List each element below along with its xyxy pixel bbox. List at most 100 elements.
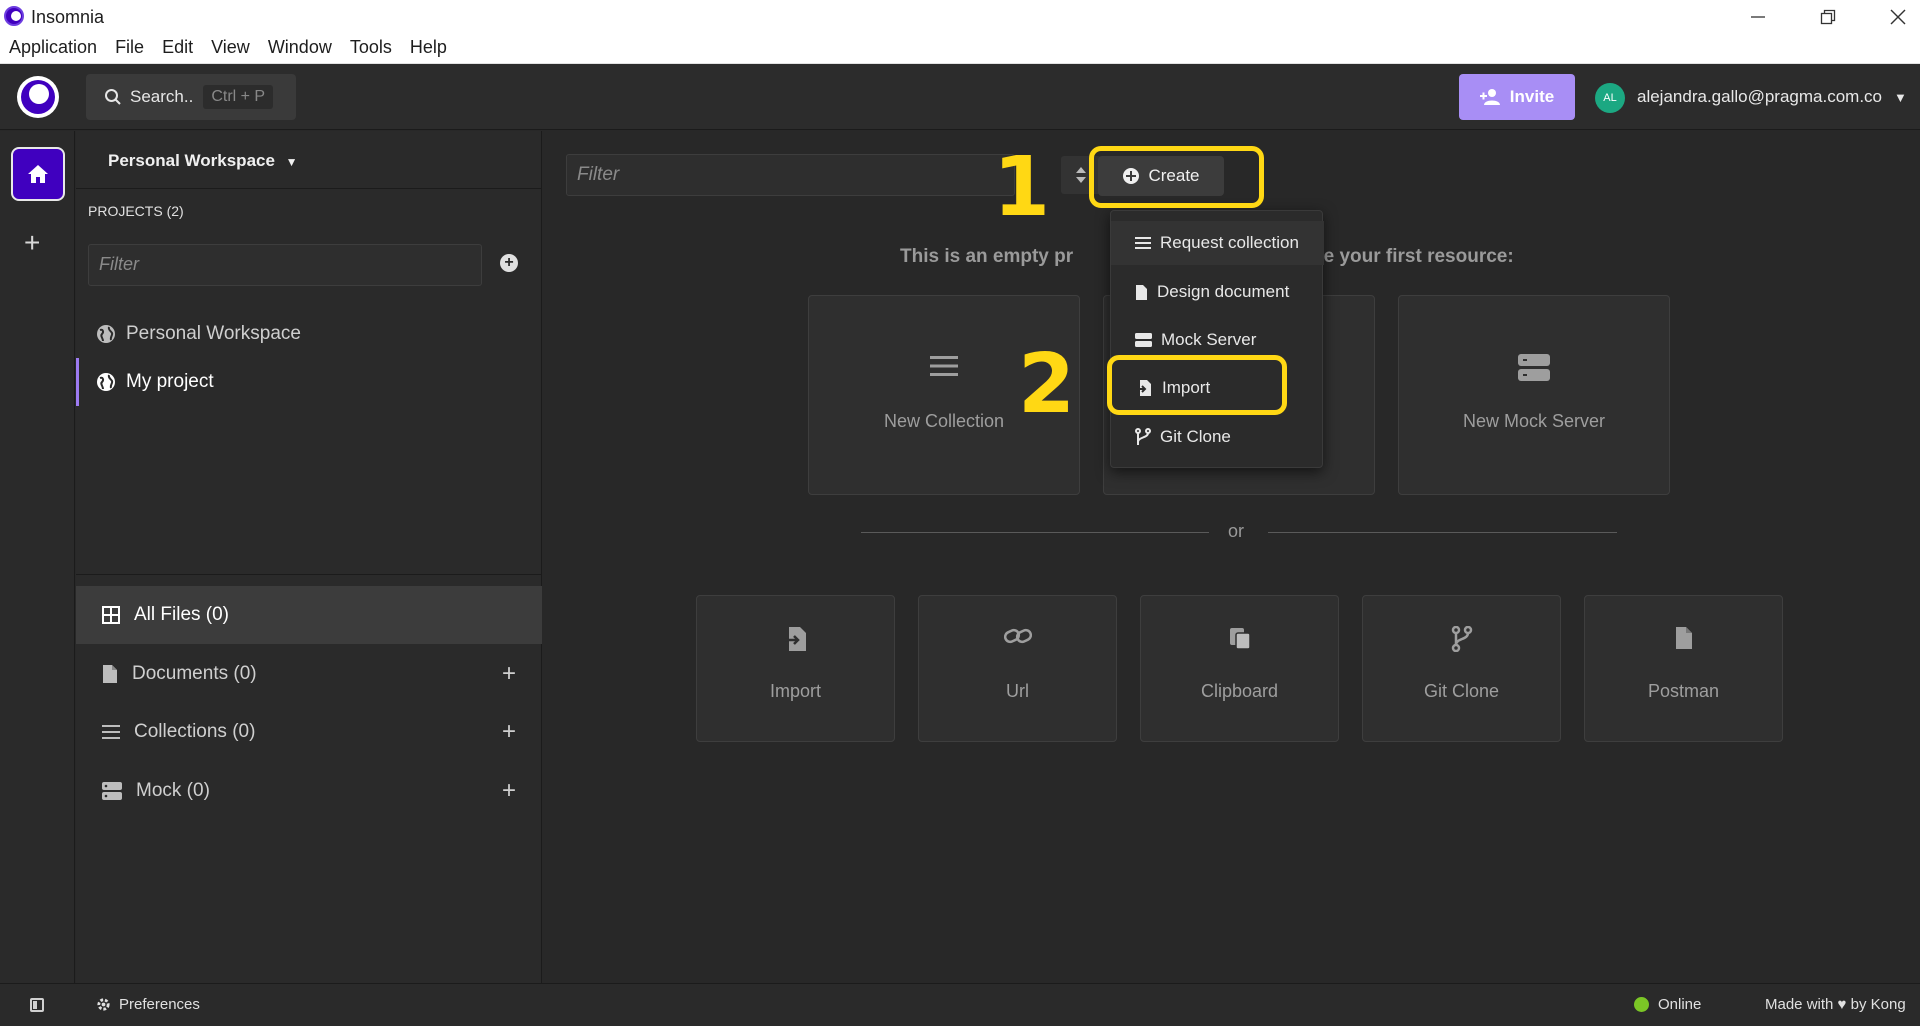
project-sidebar: Personal Workspace ▼ PROJECTS (2) Filter… xyxy=(76,131,542,983)
close-icon[interactable] xyxy=(1870,0,1920,33)
search-label: Search.. xyxy=(130,87,194,106)
project-item-personal-workspace[interactable]: Personal Workspace xyxy=(96,323,301,345)
menu-item-label: Mock Server xyxy=(1161,330,1257,349)
title-bar: Insomnia xyxy=(0,0,1920,33)
menu-item-git-clone[interactable]: Git Clone xyxy=(1111,415,1324,459)
callout-box-create xyxy=(1089,146,1264,208)
add-user-icon xyxy=(1479,89,1500,105)
online-label: Online xyxy=(1658,996,1702,1013)
search-shortcut: Ctrl + P xyxy=(203,85,274,109)
divider xyxy=(1268,532,1617,533)
caret-down-icon: ▼ xyxy=(285,155,298,169)
file-group-label: Collections (0) xyxy=(134,721,256,742)
workspace-dropdown[interactable]: Personal Workspace ▼ xyxy=(108,151,298,171)
git-clone-card[interactable]: Git Clone xyxy=(1362,595,1561,742)
server-icon xyxy=(102,782,122,800)
sidebar-item-collections[interactable]: Collections (0) + xyxy=(76,703,542,761)
clipboard-icon xyxy=(1141,626,1338,650)
restore-icon[interactable] xyxy=(1800,0,1856,33)
search-button[interactable]: Search.. Ctrl + P xyxy=(86,74,296,120)
postman-card[interactable]: Postman xyxy=(1584,595,1783,742)
url-card[interactable]: Url xyxy=(918,595,1117,742)
sidebar-item-mock[interactable]: Mock (0) + xyxy=(76,762,542,820)
project-label: My project xyxy=(126,371,214,392)
card-label: Import xyxy=(769,681,821,701)
avatar[interactable]: AL xyxy=(1595,83,1625,113)
file-group-label: All Files (0) xyxy=(134,604,230,625)
new-mock-server-card[interactable]: New Mock Server xyxy=(1398,295,1670,495)
menu-file[interactable]: File xyxy=(106,33,153,63)
main-filter-input[interactable]: Filter xyxy=(566,154,1015,196)
add-collection-button[interactable]: + xyxy=(502,718,516,746)
menu-item-design-document[interactable]: Design document xyxy=(1111,270,1324,314)
user-email[interactable]: alejandra.gallo@pragma.com.co xyxy=(1637,87,1882,107)
menu-item-label: Design document xyxy=(1157,282,1290,301)
card-label: Postman xyxy=(1647,681,1720,701)
card-label: Clipboard xyxy=(1200,681,1279,701)
sidebar-item-documents[interactable]: Documents (0) + xyxy=(76,645,542,703)
status-bar: Preferences Online Made with ♥ by Kong xyxy=(0,983,1920,1026)
divider xyxy=(861,532,1209,533)
menu-item-label: Request collection xyxy=(1160,233,1299,252)
minimize-icon[interactable] xyxy=(1730,0,1786,33)
import-icon xyxy=(697,626,894,652)
sidebar-item-all-files[interactable]: All Files (0) xyxy=(76,586,542,644)
menu-application[interactable]: Application xyxy=(0,33,106,63)
gear-icon xyxy=(97,998,110,1011)
import-card[interactable]: Import xyxy=(696,595,895,742)
add-mock-button[interactable]: + xyxy=(502,777,516,805)
sidebar-toggle-icon[interactable] xyxy=(30,998,44,1012)
active-indicator xyxy=(76,358,79,406)
add-document-button[interactable]: + xyxy=(502,660,516,688)
online-status[interactable]: Online xyxy=(1634,996,1701,1013)
chevron-down-icon[interactable]: ▼ xyxy=(1894,90,1907,105)
git-branch-icon xyxy=(1135,428,1151,445)
made-with-suffix: by Kong xyxy=(1850,996,1906,1013)
project-item-my-project[interactable]: My project xyxy=(96,371,214,393)
link-icon xyxy=(919,626,1116,646)
menu-item-request-collection[interactable]: Request collection xyxy=(1111,221,1324,265)
document-icon xyxy=(1136,284,1147,300)
made-with-credit[interactable]: Made with ♥ by Kong xyxy=(1765,996,1906,1013)
file-group-label: Mock (0) xyxy=(136,780,210,801)
file-icon xyxy=(1585,626,1782,650)
insomnia-brand-icon[interactable] xyxy=(17,76,59,118)
heart-icon: ♥ xyxy=(1837,996,1847,1013)
globe-icon xyxy=(97,373,115,391)
or-label: or xyxy=(1228,521,1245,541)
callout-number-1: 1 xyxy=(993,140,1051,235)
menu-help[interactable]: Help xyxy=(401,33,456,63)
menu-bar: Application File Edit View Window Tools … xyxy=(0,33,1920,64)
callout-box-import xyxy=(1107,355,1287,415)
projects-label: PROJECTS (2) xyxy=(88,203,184,219)
preferences-label: Preferences xyxy=(119,996,200,1013)
window-title: Insomnia xyxy=(31,7,105,27)
clipboard-card[interactable]: Clipboard xyxy=(1140,595,1339,742)
list-icon xyxy=(102,725,120,739)
online-dot-icon xyxy=(1634,997,1649,1012)
menu-tools[interactable]: Tools xyxy=(341,33,401,63)
list-icon xyxy=(1135,237,1151,249)
app-header: Search.. Ctrl + P Invite AL alejandra.ga… xyxy=(0,64,1920,130)
git-branch-icon xyxy=(1363,626,1560,652)
project-filter-input[interactable]: Filter xyxy=(88,244,482,286)
made-with-prefix: Made with xyxy=(1765,996,1834,1013)
server-icon xyxy=(1399,354,1669,382)
add-workspace-button[interactable]: + xyxy=(24,227,40,259)
home-button[interactable] xyxy=(11,147,65,201)
document-icon xyxy=(103,665,117,683)
preferences-button[interactable]: Preferences xyxy=(96,996,200,1013)
add-project-button[interactable]: + xyxy=(500,254,518,272)
card-label: Url xyxy=(1006,681,1029,701)
file-group-label: Documents (0) xyxy=(132,663,257,684)
menu-edit[interactable]: Edit xyxy=(153,33,202,63)
invite-button[interactable]: Invite xyxy=(1459,74,1575,120)
insomnia-logo-icon xyxy=(4,6,24,26)
empty-message-left: This is an empty pr xyxy=(900,246,1074,267)
left-rail: + xyxy=(0,131,75,983)
menu-item-label: Git Clone xyxy=(1160,427,1231,446)
menu-view[interactable]: View xyxy=(202,33,259,63)
card-label: New Mock Server xyxy=(1462,411,1606,431)
search-icon xyxy=(105,89,121,105)
menu-window[interactable]: Window xyxy=(259,33,341,63)
